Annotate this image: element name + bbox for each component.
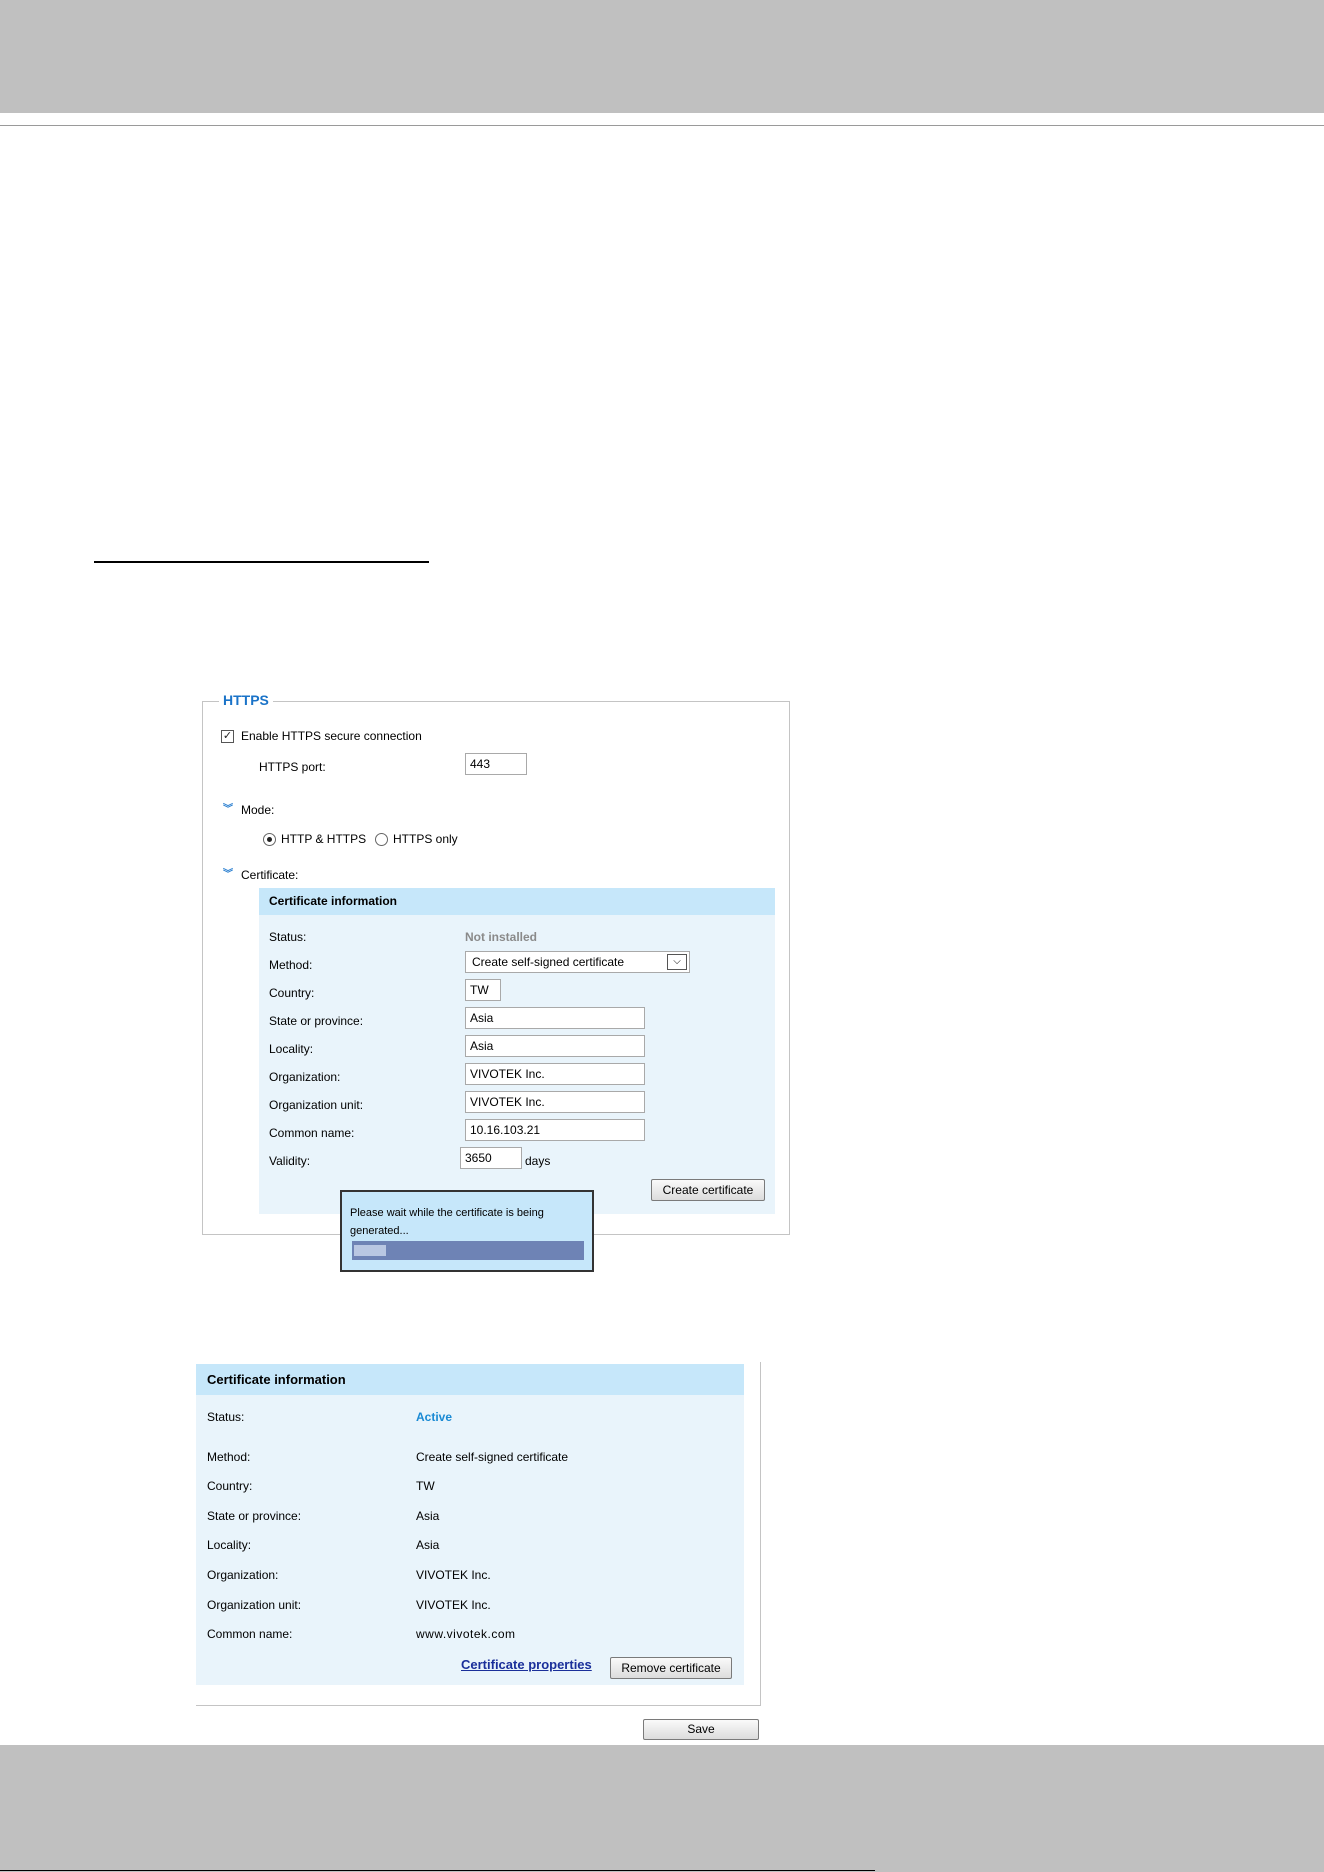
mode-http-https-label: HTTP & HTTPS xyxy=(281,832,367,846)
progress-bar xyxy=(352,1241,584,1260)
certificate-form-header: Certificate information xyxy=(259,888,775,915)
page-footer-band xyxy=(0,1745,1324,1872)
certificate-chevron-down-icon[interactable]: ︾ xyxy=(223,870,235,880)
mode-label: Mode: xyxy=(241,803,275,817)
chevron-down-icon[interactable]: ⌵ xyxy=(667,954,687,970)
checkmark-icon: ✓ xyxy=(222,730,233,742)
create-certificate-button[interactable]: Create certificate xyxy=(651,1179,765,1201)
section-rule xyxy=(94,561,429,563)
country-input[interactable] xyxy=(465,979,501,1001)
https-fieldset: HTTPS ✓ Enable HTTPS secure connection H… xyxy=(202,692,790,1235)
organization-label: Organization: xyxy=(269,1070,341,1084)
organization-unit-label: Organization unit: xyxy=(269,1098,364,1112)
info-country-label: Country: xyxy=(207,1479,253,1493)
info-organization-unit-label: Organization unit: xyxy=(207,1598,302,1612)
certificate-status-frame: Certificate information Status: Active M… xyxy=(196,1362,761,1706)
validity-unit: days xyxy=(525,1154,551,1168)
info-status-value: Active xyxy=(416,1410,453,1424)
https-port-input[interactable] xyxy=(465,753,527,775)
info-country-value: TW xyxy=(416,1479,435,1493)
locality-input[interactable] xyxy=(465,1035,645,1057)
enable-https-checkbox[interactable]: ✓ xyxy=(221,730,234,743)
info-status-label: Status: xyxy=(207,1410,245,1424)
country-label: Country: xyxy=(269,986,315,1000)
info-common-name-value: www.vivotek.com xyxy=(416,1627,516,1641)
https-port-label: HTTPS port: xyxy=(259,760,326,774)
info-organization-unit-value: VIVOTEK Inc. xyxy=(416,1598,491,1612)
mode-https-only-label: HTTPS only xyxy=(393,832,458,846)
save-button[interactable]: Save xyxy=(643,1719,759,1740)
info-locality-value: Asia xyxy=(416,1538,440,1552)
mode-https-only-radio[interactable] xyxy=(375,833,388,846)
wait-message: Please wait while the certificate is bei… xyxy=(350,1207,544,1237)
method-select[interactable]: Create self-signed certificate ⌵ xyxy=(465,951,690,973)
certificate-label: Certificate: xyxy=(241,868,299,882)
footer-line xyxy=(0,1870,875,1871)
https-legend: HTTPS xyxy=(219,692,273,708)
status-label: Status: xyxy=(269,930,307,944)
info-organization-label: Organization: xyxy=(207,1568,279,1582)
validity-label: Validity: xyxy=(269,1154,311,1168)
page-header-band xyxy=(0,0,1324,113)
state-label: State or province: xyxy=(269,1014,364,1028)
certificate-info-panel: Certificate information Status: Active M… xyxy=(196,1364,744,1685)
status-value: Not installed xyxy=(465,930,538,944)
certificate-form-panel: Certificate information Status: Not inst… xyxy=(259,888,775,1214)
info-common-name-label: Common name: xyxy=(207,1627,293,1641)
mode-chevron-down-icon[interactable]: ︾ xyxy=(223,805,235,815)
method-select-value: Create self-signed certificate xyxy=(472,955,625,969)
enable-https-label: Enable HTTPS secure connection xyxy=(241,729,422,743)
organization-unit-input[interactable] xyxy=(465,1091,645,1113)
certificate-properties-link[interactable]: Certificate properties xyxy=(461,1657,592,1673)
info-organization-value: VIVOTEK Inc. xyxy=(416,1568,491,1582)
mode-http-https-radio[interactable] xyxy=(263,833,276,846)
method-label: Method: xyxy=(269,958,313,972)
progress-fill xyxy=(354,1245,386,1256)
info-method-label: Method: xyxy=(207,1450,251,1464)
validity-input[interactable] xyxy=(460,1147,522,1169)
info-state-value: Asia xyxy=(416,1509,440,1523)
certificate-info-header: Certificate information xyxy=(196,1364,744,1395)
state-input[interactable] xyxy=(465,1007,645,1029)
common-name-input[interactable] xyxy=(465,1119,645,1141)
organization-input[interactable] xyxy=(465,1063,645,1085)
info-state-label: State or province: xyxy=(207,1509,302,1523)
info-method-value: Create self-signed certificate xyxy=(416,1450,569,1464)
certificate-generating-popup: Please wait while the certificate is bei… xyxy=(340,1190,594,1272)
info-locality-label: Locality: xyxy=(207,1538,252,1552)
common-name-label: Common name: xyxy=(269,1126,355,1140)
locality-label: Locality: xyxy=(269,1042,314,1056)
remove-certificate-button[interactable]: Remove certificate xyxy=(610,1657,732,1679)
header-divider xyxy=(0,125,1324,126)
